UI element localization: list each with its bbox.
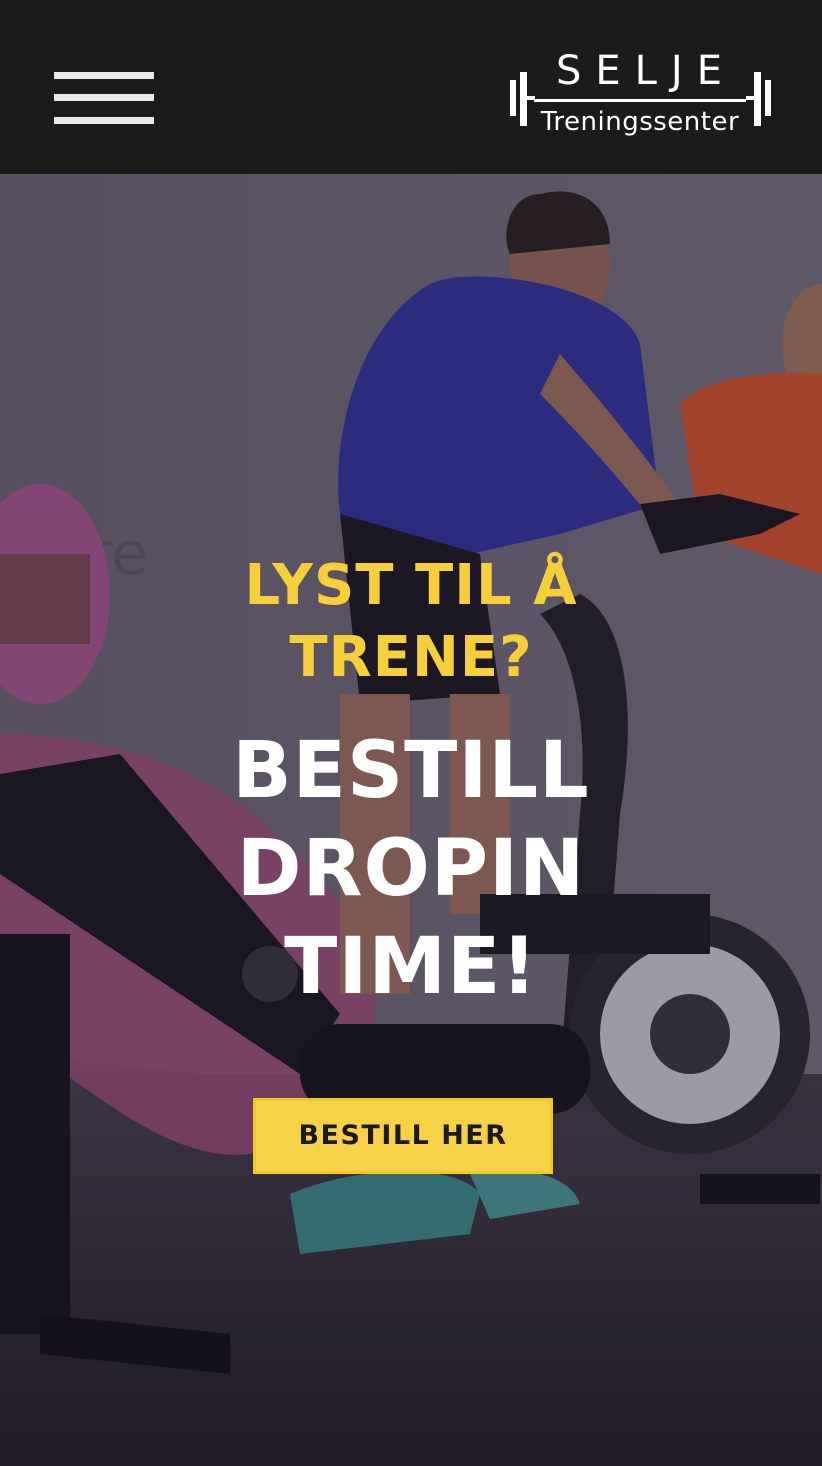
barbell-icon	[510, 80, 516, 116]
page: SELJE Treningssenter Tre	[0, 0, 822, 1466]
logo-name: SELJE	[555, 48, 737, 94]
logo-subtitle: Treningssenter	[540, 107, 740, 137]
hero-kicker: LYST TIL Å TRENE?	[0, 550, 822, 694]
menu-bar	[54, 94, 154, 101]
barbell-plate	[520, 72, 527, 126]
bestill-her-button[interactable]: BESTILL HER	[253, 1098, 553, 1174]
logo-divider	[534, 99, 746, 102]
barbell-plate	[754, 72, 761, 126]
kicker-line-2: TRENE?	[289, 625, 533, 690]
site-header: SELJE Treningssenter	[0, 0, 822, 174]
headline-line-1: BESTILL	[232, 726, 590, 816]
menu-bar	[54, 72, 154, 79]
hamburger-menu-icon[interactable]	[54, 72, 154, 124]
kicker-line-1: LYST TIL Å	[244, 553, 578, 618]
site-logo[interactable]: SELJE Treningssenter	[508, 48, 772, 144]
hero-headline: BESTILL DROPIN TIME!	[0, 722, 822, 1016]
menu-bar	[54, 117, 154, 124]
headline-line-3: TIME!	[284, 922, 538, 1012]
barbell-plate	[765, 80, 771, 116]
headline-line-2: DROPIN	[236, 824, 586, 914]
barbell-plate	[746, 96, 754, 100]
